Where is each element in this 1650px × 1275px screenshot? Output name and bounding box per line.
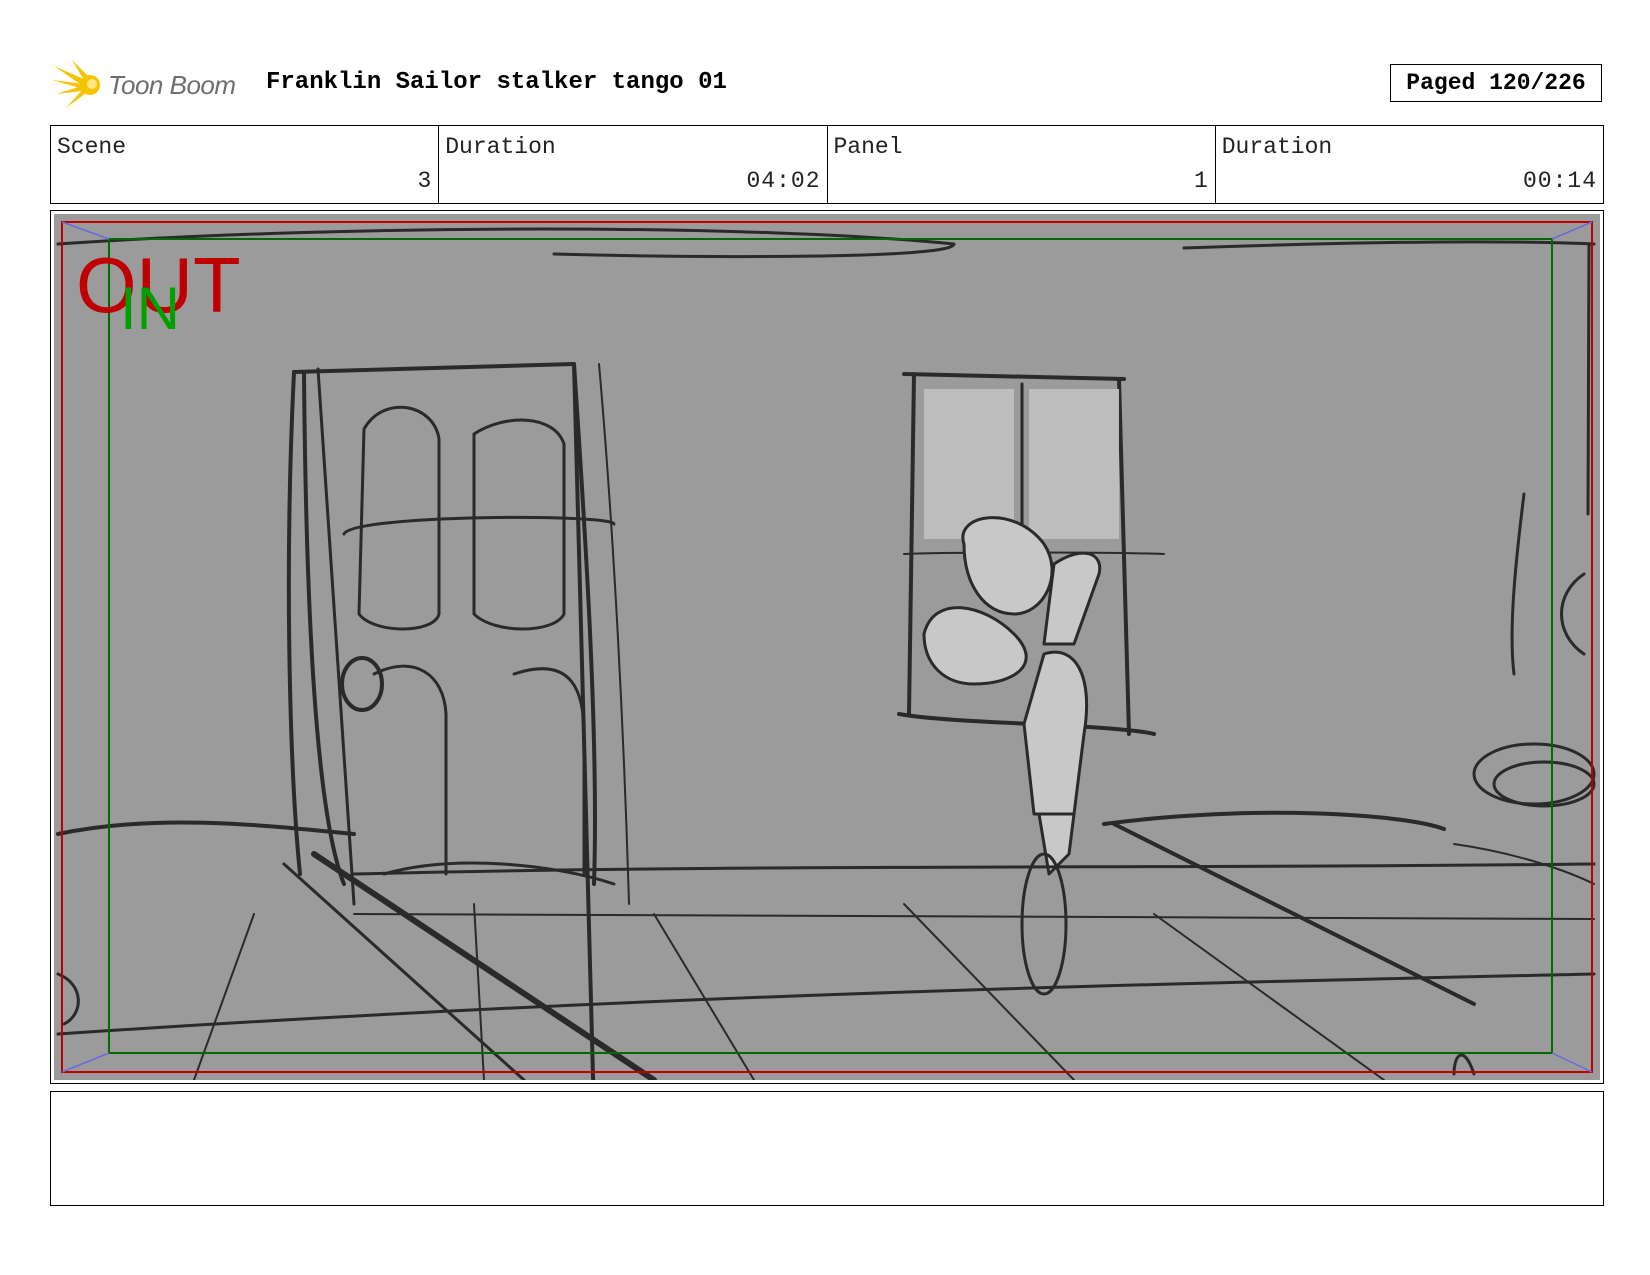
panel-cell: Panel 1 (828, 126, 1216, 203)
logo-text: Toon Boom (108, 70, 236, 100)
scene-duration-label: Duration (445, 134, 556, 160)
scene-label: Scene (57, 134, 127, 160)
scene-duration-value: 04:02 (746, 168, 821, 194)
scene-info-table: Scene 3 Duration 04:02 Panel 1 Duration … (50, 125, 1604, 204)
storyboard-panel: OUT IN (50, 210, 1604, 1084)
panel-duration-value: 00:14 (1522, 168, 1597, 194)
scene-value: 3 (417, 168, 433, 194)
panel-label: Panel (833, 134, 903, 160)
toon-boom-logo: Toon Boom (52, 58, 252, 112)
panel-value: 1 (1193, 168, 1209, 194)
panel-notes-box[interactable] (50, 1091, 1604, 1206)
burst-icon (52, 60, 100, 108)
in-label: IN (120, 275, 180, 342)
panel-duration-cell: Duration 00:14 (1216, 126, 1603, 203)
document-title: Franklin Sailor stalker tango 01 (266, 69, 727, 96)
scene-cell: Scene 3 (51, 126, 440, 203)
scene-duration-cell: Duration 04:02 (439, 126, 828, 203)
panel-drawing: OUT IN (54, 214, 1600, 1080)
panel-duration-label: Duration (1221, 134, 1333, 160)
page-counter: Paged 120/226 (1390, 64, 1602, 102)
